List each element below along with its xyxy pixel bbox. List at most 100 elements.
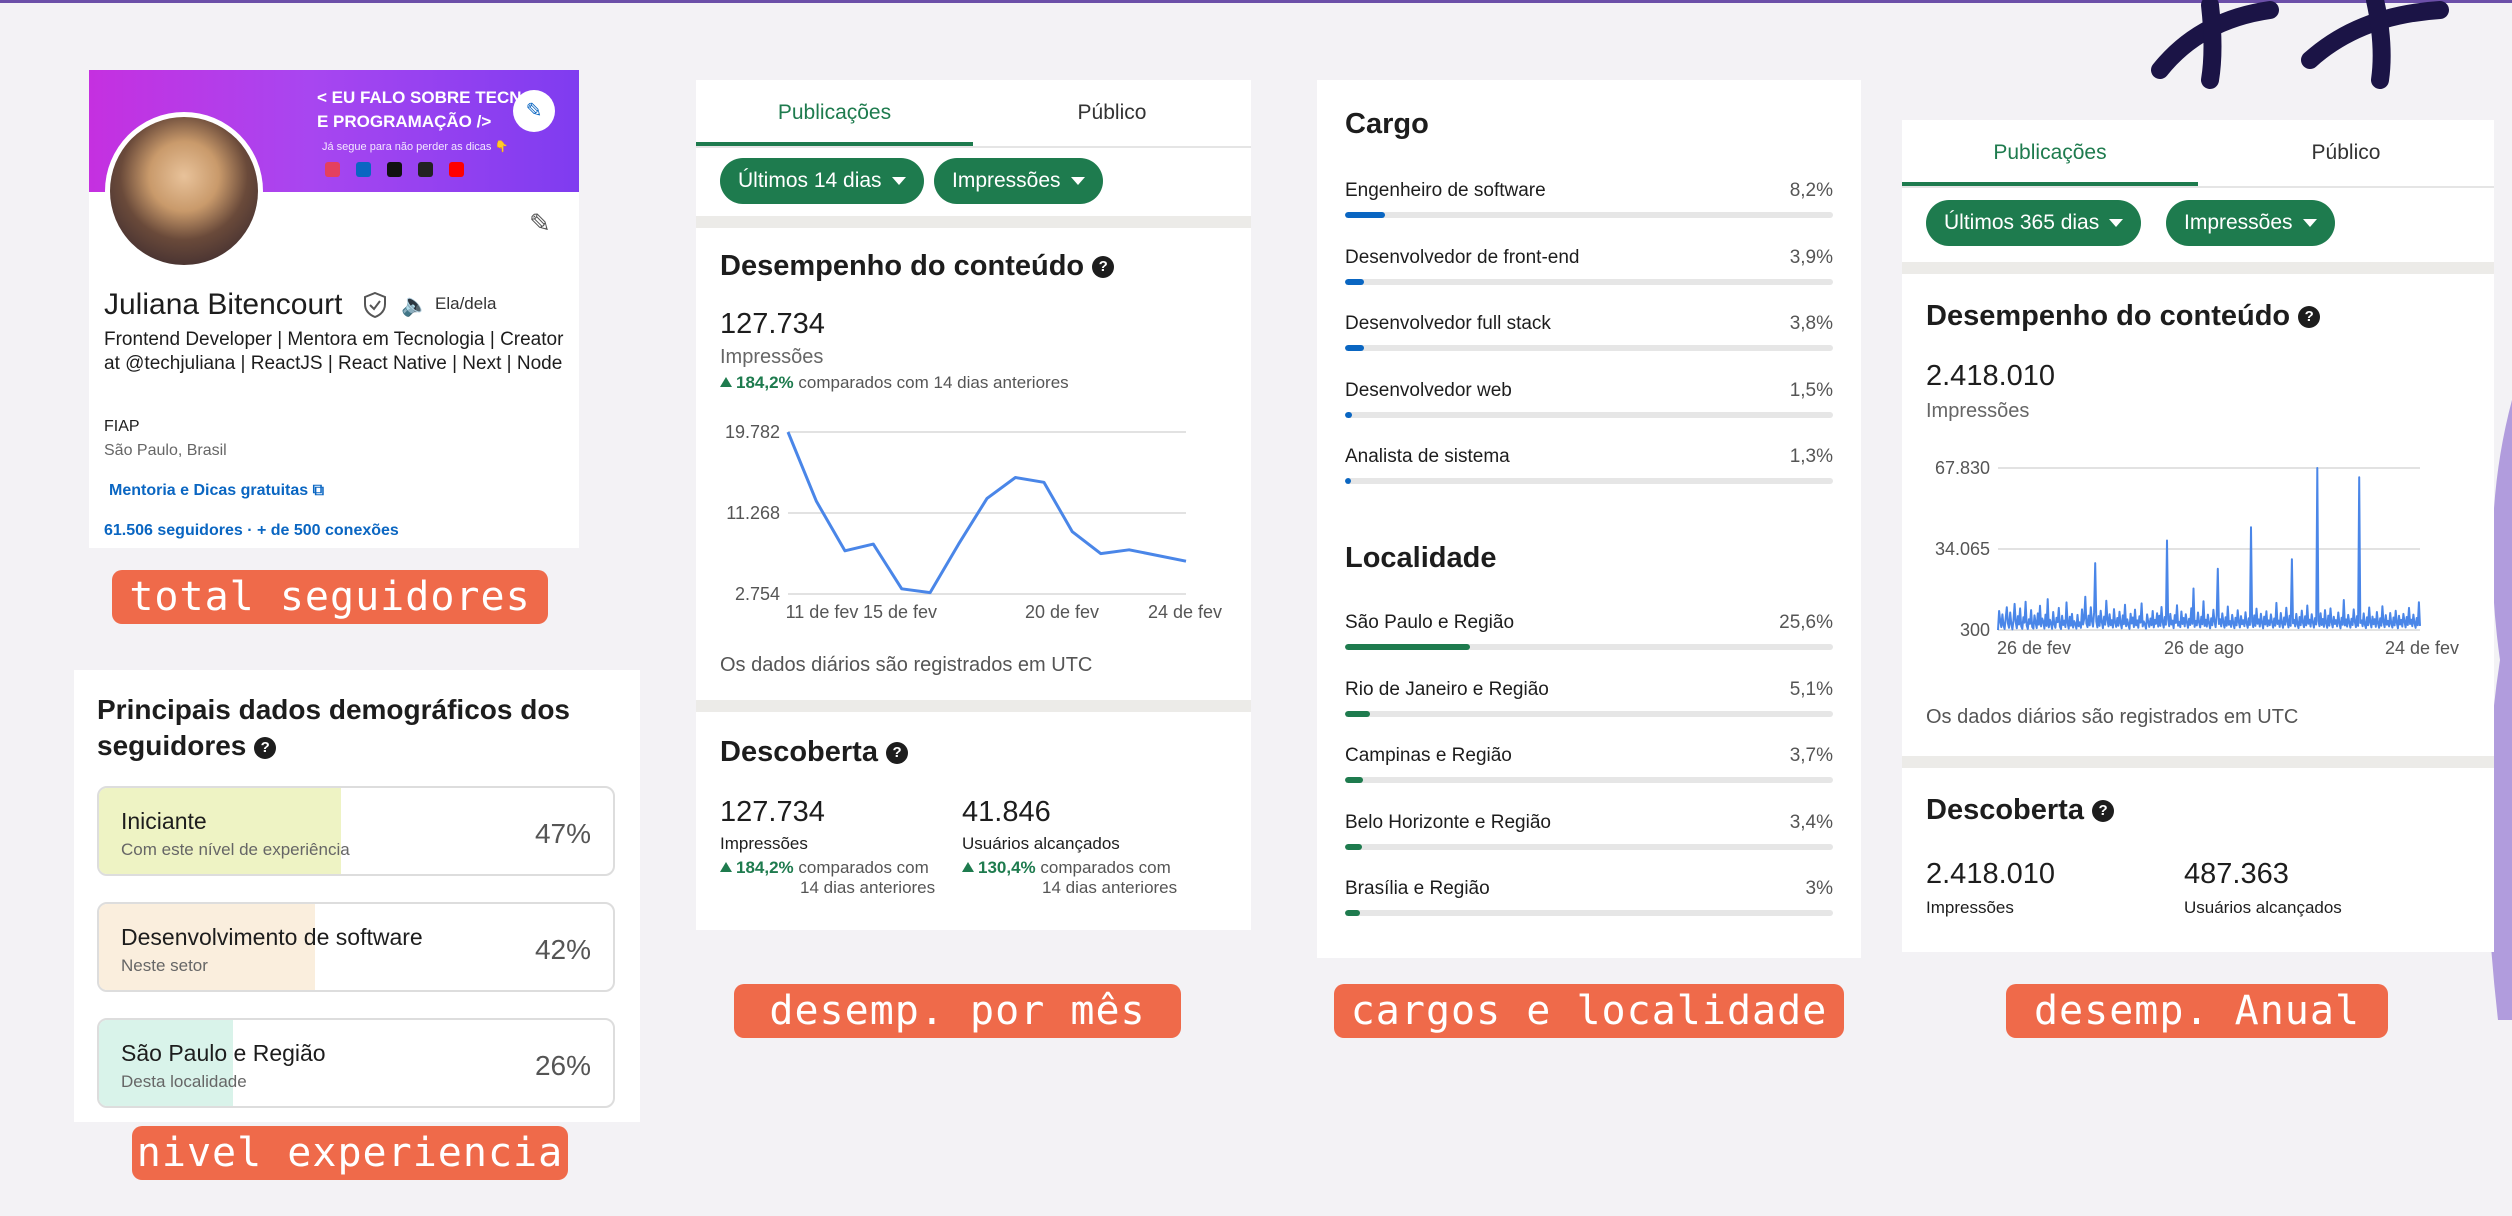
total-impressions-label: Impressões xyxy=(1926,400,2030,422)
demographic-sublabel: Neste setor xyxy=(121,956,208,975)
discovery-impressions-label: Impressões xyxy=(720,834,808,853)
demographic-pct: 42% xyxy=(534,934,591,965)
utc-note: Os dados diários são registrados em UTC xyxy=(720,654,1093,676)
monthly-performance-card: Publicações Público Últimos 14 dias Impr… xyxy=(696,80,1251,930)
cargos-pct: 1,5% xyxy=(1789,379,1833,401)
help-icon[interactable]: ? xyxy=(2092,800,2115,823)
tab-publico[interactable]: Público xyxy=(973,80,1251,146)
banner-subtitle: Já segue para não perder as dicas 👇 xyxy=(322,141,509,153)
follower-stats[interactable]: 61.506 seguidores · + de 500 conexões xyxy=(104,522,399,540)
profile-school[interactable]: FIAP xyxy=(104,418,140,436)
demographic-row[interactable]: Desenvolvimento de software Neste setor … xyxy=(97,902,615,992)
up-arrow-icon xyxy=(720,377,732,387)
discovery-reached-delta-text2: 14 dias anteriores xyxy=(1042,878,1178,897)
decorative-cross-marks xyxy=(2151,0,2449,89)
demographic-label: Iniciante xyxy=(121,808,207,834)
chevron-down-icon xyxy=(891,177,906,186)
help-icon[interactable]: ? xyxy=(886,742,909,765)
up-arrow-icon xyxy=(962,862,974,872)
demographic-pct: 26% xyxy=(534,1050,591,1081)
content-performance-title: Desempenho do conteúdo ? xyxy=(720,250,1115,283)
cargos-bar xyxy=(1345,345,1364,351)
help-icon[interactable]: ? xyxy=(2298,306,2321,329)
tab-publicacoes[interactable]: Publicações xyxy=(1902,120,2198,186)
period-filter[interactable]: Últimos 365 dias xyxy=(1926,200,2142,246)
annual-performance-card: Publicações Público Últimos 365 dias Imp… xyxy=(1902,120,2494,952)
locs-name: Rio de Janeiro e Região xyxy=(1345,678,1549,700)
period-filter-label[interactable]: Últimos 14 dias xyxy=(738,169,882,192)
cargos-track xyxy=(1345,411,1833,418)
profile-card: < EU FALO SOBRE TECNOL E PROGRAMAÇÃO /> … xyxy=(89,70,579,548)
discovery-reached-label: Usuários alcançados xyxy=(962,834,1120,853)
demographic-sublabel: Com este nível de experiência xyxy=(121,840,350,859)
discovery-reached: 487.363 xyxy=(2184,858,2289,890)
x-tick-label: 24 de fev xyxy=(2385,638,2459,658)
locs-bar xyxy=(1345,777,1364,783)
cargo-title: Cargo xyxy=(1345,108,1429,140)
demographic-row[interactable]: Iniciante Com este nível de experiência … xyxy=(97,786,615,876)
banner-headline: < EU FALO SOBRE TECNOL E PROGRAMAÇÃO /> xyxy=(317,88,546,131)
locs-pct: 3,4% xyxy=(1789,811,1833,833)
locs-track xyxy=(1345,843,1833,850)
up-arrow-icon xyxy=(720,862,732,872)
discovery-impressions-delta-pct: 184,2% xyxy=(736,858,794,877)
discovery-title-text: Descoberta xyxy=(720,736,878,768)
metric-filter[interactable]: Impressões xyxy=(934,158,1103,204)
cargos-track xyxy=(1345,212,1833,218)
demographic-row[interactable]: São Paulo e Região Desta localidade 26% xyxy=(97,1018,615,1108)
discovery-impressions: 2.418.010 xyxy=(1926,858,2056,890)
impressions-delta-pct: 184,2% xyxy=(736,373,794,392)
impressions-delta-text: comparados com 14 dias anteriores xyxy=(798,373,1069,392)
help-icon[interactable]: ? xyxy=(1092,256,1115,279)
y-tick-label: 2.754 xyxy=(735,584,780,604)
locs-pct: 5,1% xyxy=(1789,678,1833,700)
avatar[interactable] xyxy=(105,112,263,270)
discovery-reached-label: Usuários alcançados xyxy=(2184,898,2342,917)
profile-link[interactable]: Mentoria e Dicas gratuitas ⧉ xyxy=(109,482,324,500)
demographic-label: Desenvolvimento de software xyxy=(121,924,423,950)
tab-publicacoes[interactable]: Publicações xyxy=(696,80,973,146)
instagram-icon xyxy=(325,162,340,177)
cargos-bar xyxy=(1345,478,1352,484)
discovery-reached-delta-pct: 130,4% xyxy=(978,858,1036,877)
tab-publico[interactable]: Público xyxy=(2198,120,2494,186)
impressions-delta: 184,2% comparados com 14 dias anteriores xyxy=(720,373,1069,393)
cargos-pct: 1,3% xyxy=(1789,446,1833,467)
period-filter[interactable]: Últimos 14 dias xyxy=(720,158,924,204)
edit-banner-button[interactable]: ✎ xyxy=(513,90,555,132)
discovery-impressions-label: Impressões xyxy=(1926,898,2014,917)
period-filter-label[interactable]: Últimos 365 dias xyxy=(1944,211,2099,234)
top-border xyxy=(0,0,2512,3)
y-tick-label: 67.830 xyxy=(1935,458,1990,478)
tag-monthly-performance: desemp. por mês xyxy=(734,984,1181,1038)
cargos-bar xyxy=(1345,411,1353,418)
profile-link-label[interactable]: Mentoria e Dicas gratuitas xyxy=(109,482,308,499)
demographics-title-text: Principais dados demográficos dos seguid… xyxy=(97,694,571,761)
section-divider xyxy=(1902,262,2494,274)
metric-filter[interactable]: Impressões xyxy=(2166,200,2335,246)
discovery-title-text: Descoberta xyxy=(1926,794,2084,826)
metric-filter-label[interactable]: Impressões xyxy=(2184,211,2293,234)
profile-name: Juliana Bitencourt xyxy=(104,288,343,321)
edit-profile-icon[interactable]: ✎ xyxy=(529,208,551,239)
tag-annual-performance: desemp. Anual xyxy=(2006,984,2388,1038)
chevron-down-icon xyxy=(1070,177,1085,186)
locs-name: Campinas e Região xyxy=(1345,745,1512,766)
discovery-title: Descoberta ? xyxy=(1926,794,2115,827)
locs-bar xyxy=(1345,910,1360,916)
annual-tabs: Publicações Público xyxy=(1902,120,2494,188)
linkedin-icon xyxy=(356,162,371,177)
locs-pct: 3% xyxy=(1805,878,1833,899)
threads-icon xyxy=(418,162,433,177)
speaker-icon[interactable]: 🔈 xyxy=(401,292,428,318)
total-impressions: 2.418.010 xyxy=(1926,360,2056,392)
tag-total-followers: total seguidores xyxy=(112,570,548,624)
metric-filter-label[interactable]: Impressões xyxy=(952,169,1061,192)
content-performance-title: Desempenho do conteúdo ? xyxy=(1926,300,2321,333)
cargos-name: Desenvolvedor web xyxy=(1345,379,1512,401)
help-icon[interactable]: ? xyxy=(254,736,277,759)
cargos-pct: 3,9% xyxy=(1789,246,1833,268)
locs-pct: 3,7% xyxy=(1789,745,1833,766)
x-tick-label: 15 de fev xyxy=(863,602,937,622)
roles-location-card: Cargo Engenheiro de software 8,2% Desenv… xyxy=(1317,80,1861,958)
